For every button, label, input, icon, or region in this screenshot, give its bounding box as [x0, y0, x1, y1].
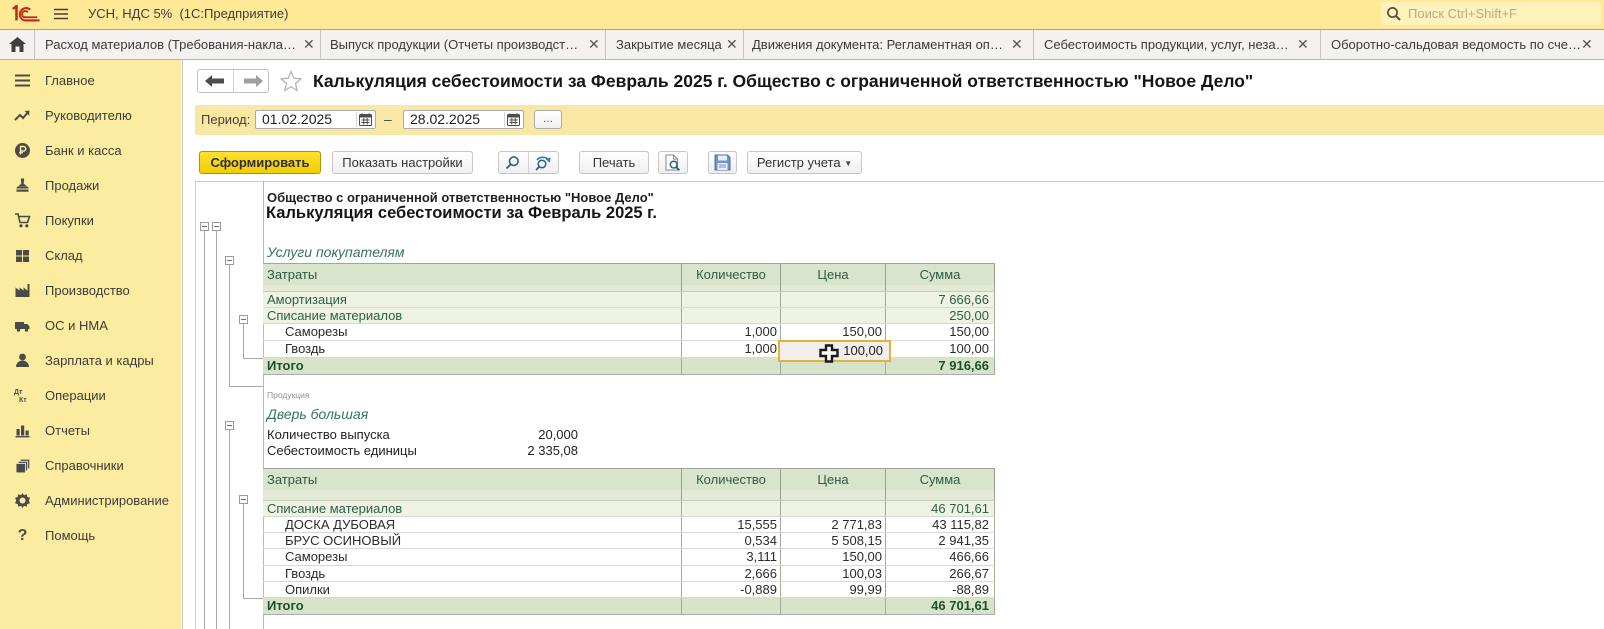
svg-text:Дт: Дт — [14, 389, 23, 396]
svg-text:Кт: Кт — [19, 397, 27, 404]
